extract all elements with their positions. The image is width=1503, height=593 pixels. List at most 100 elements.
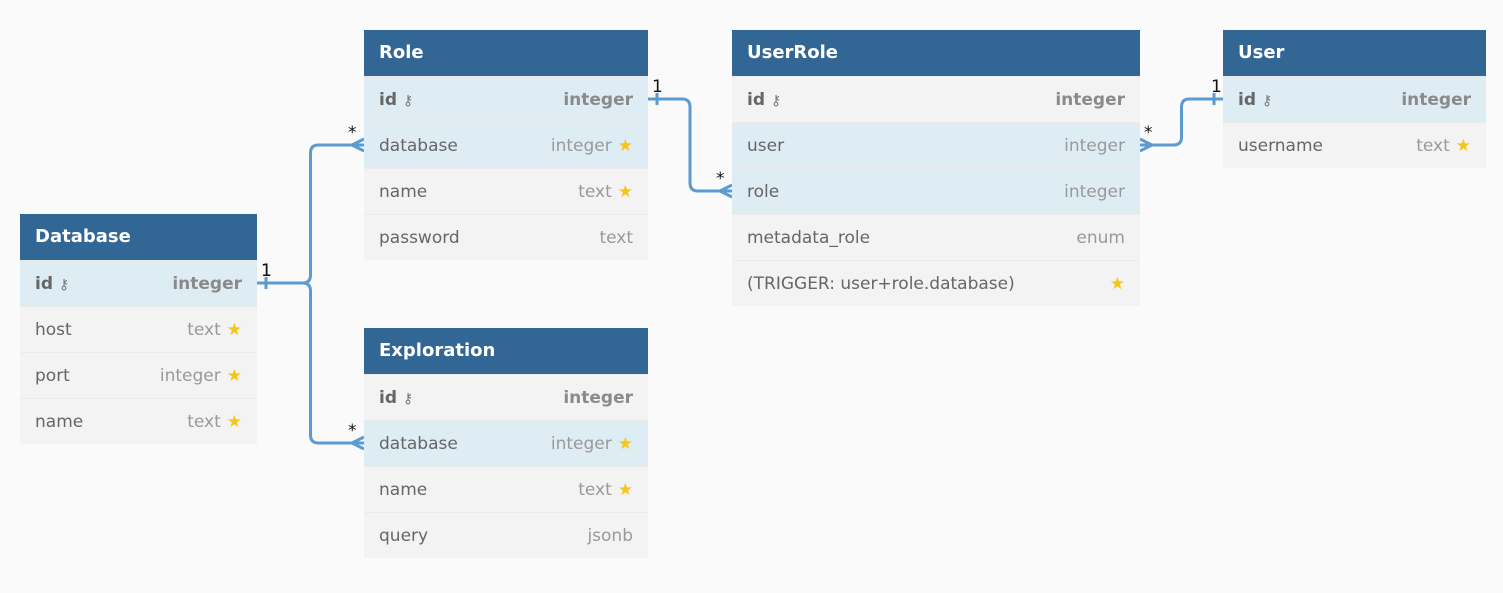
column-row[interactable]: id ⚷ integer xyxy=(732,76,1140,122)
column-type: text xyxy=(599,227,633,248)
column-name: name xyxy=(379,181,428,202)
column-row[interactable]: (TRIGGER: user+role.database) ★ xyxy=(732,260,1140,306)
cardinality-many-label: * xyxy=(348,421,357,441)
column-type-wrap: integer xyxy=(563,90,633,110)
table-user[interactable]: User id ⚷ integer username text ★ xyxy=(1223,30,1486,168)
key-icon: ⚷ xyxy=(403,390,414,407)
column-name-wrap: query xyxy=(379,526,428,546)
column-name: (TRIGGER: user+role.database) xyxy=(747,273,1015,294)
column-row[interactable]: metadata_role enum xyxy=(732,214,1140,260)
column-name-wrap: metadata_role xyxy=(747,228,870,248)
star-icon: ★ xyxy=(226,319,242,340)
column-type-wrap: integer xyxy=(1401,90,1471,110)
table-header[interactable]: UserRole xyxy=(732,30,1140,76)
column-name: name xyxy=(379,479,428,500)
column-type: text xyxy=(187,411,221,432)
column-name: id xyxy=(747,89,765,110)
table-header[interactable]: Database xyxy=(20,214,257,260)
column-name: password xyxy=(379,227,460,248)
cardinality-one-label: 1 xyxy=(261,261,272,281)
column-row[interactable]: database integer ★ xyxy=(364,420,648,466)
column-name: database xyxy=(379,433,458,454)
column-type: jsonb xyxy=(587,525,633,546)
column-type: text xyxy=(578,479,612,500)
column-type: text xyxy=(187,319,221,340)
column-name: name xyxy=(35,411,84,432)
star-icon: ★ xyxy=(226,411,242,432)
column-name-wrap: name xyxy=(379,480,427,500)
column-row[interactable]: port integer ★ xyxy=(20,352,257,398)
star-icon: ★ xyxy=(617,479,633,500)
column-name: user xyxy=(747,135,785,156)
table-role[interactable]: Role id ⚷ integer database integer ★ name text ★ p… xyxy=(364,30,648,260)
column-type: integer xyxy=(550,433,612,454)
column-type-wrap: text ★ xyxy=(578,480,633,500)
column-name: id xyxy=(35,273,53,294)
column-name: username xyxy=(1238,135,1323,156)
column-name: port xyxy=(35,365,70,386)
column-name-wrap: id ⚷ xyxy=(379,388,413,408)
column-name-wrap: role xyxy=(747,182,779,202)
column-name: host xyxy=(35,319,72,340)
column-row[interactable]: name text ★ xyxy=(364,168,648,214)
column-row[interactable]: username text ★ xyxy=(1223,122,1486,168)
column-type: integer xyxy=(563,89,633,110)
column-name: query xyxy=(379,525,429,546)
table-header[interactable]: Exploration xyxy=(364,328,648,374)
column-type: integer xyxy=(1055,89,1125,110)
column-row[interactable]: user integer xyxy=(732,122,1140,168)
column-type-wrap: integer xyxy=(172,274,242,294)
cardinality-one-label: 1 xyxy=(652,77,663,97)
column-row[interactable]: id ⚷ integer xyxy=(364,76,648,122)
table-header[interactable]: User xyxy=(1223,30,1486,76)
key-icon: ⚷ xyxy=(771,92,782,109)
star-icon: ★ xyxy=(617,181,633,202)
column-type-wrap: text ★ xyxy=(1416,136,1471,156)
column-type-wrap: integer ★ xyxy=(160,366,242,386)
column-row[interactable]: id ⚷ integer xyxy=(20,260,257,306)
column-row[interactable]: host text ★ xyxy=(20,306,257,352)
column-name: id xyxy=(379,387,397,408)
table-database[interactable]: Database id ⚷ integer host text ★ port integer ★ n… xyxy=(20,214,257,444)
column-type-wrap: text ★ xyxy=(578,182,633,202)
star-icon: ★ xyxy=(226,365,242,386)
cardinality-many-label: * xyxy=(348,123,357,143)
column-name-wrap: database xyxy=(379,136,458,156)
column-type: text xyxy=(1416,135,1450,156)
column-name-wrap: name xyxy=(35,412,83,432)
column-name-wrap: port xyxy=(35,366,70,386)
column-name: id xyxy=(379,89,397,110)
star-icon: ★ xyxy=(617,135,633,156)
column-name-wrap: (TRIGGER: user+role.database) xyxy=(747,274,1015,294)
column-name-wrap: name xyxy=(379,182,427,202)
column-row[interactable]: password text xyxy=(364,214,648,260)
column-name-wrap: id ⚷ xyxy=(747,90,781,110)
table-header[interactable]: Role xyxy=(364,30,648,76)
column-name: database xyxy=(379,135,458,156)
table-userrole[interactable]: UserRole id ⚷ integer user integer role integer… xyxy=(732,30,1140,306)
column-type: enum xyxy=(1076,227,1125,248)
column-type: text xyxy=(578,181,612,202)
column-name: role xyxy=(747,181,780,202)
column-type: integer xyxy=(159,365,221,386)
column-row[interactable]: role integer xyxy=(732,168,1140,214)
table-exploration[interactable]: Exploration id ⚷ integer database integer ★ nam… xyxy=(364,328,648,558)
column-row[interactable]: id ⚷ integer xyxy=(364,374,648,420)
column-row[interactable]: database integer ★ xyxy=(364,122,648,168)
column-name-wrap: password xyxy=(379,228,460,248)
column-type-wrap: integer xyxy=(1064,136,1125,156)
column-row[interactable]: query jsonb xyxy=(364,512,648,558)
star-icon: ★ xyxy=(1455,135,1471,156)
column-type-wrap: text ★ xyxy=(187,320,242,340)
column-row[interactable]: name text ★ xyxy=(20,398,257,444)
column-type-wrap: text ★ xyxy=(187,412,242,432)
column-type: integer xyxy=(1064,181,1125,202)
star-icon: ★ xyxy=(1109,273,1125,294)
key-icon: ⚷ xyxy=(59,276,70,293)
column-name: id xyxy=(1238,89,1256,110)
column-row[interactable]: id ⚷ integer xyxy=(1223,76,1486,122)
column-type-wrap: integer xyxy=(563,388,633,408)
column-name-wrap: host xyxy=(35,320,72,340)
column-type: integer xyxy=(563,387,633,408)
column-row[interactable]: name text ★ xyxy=(364,466,648,512)
